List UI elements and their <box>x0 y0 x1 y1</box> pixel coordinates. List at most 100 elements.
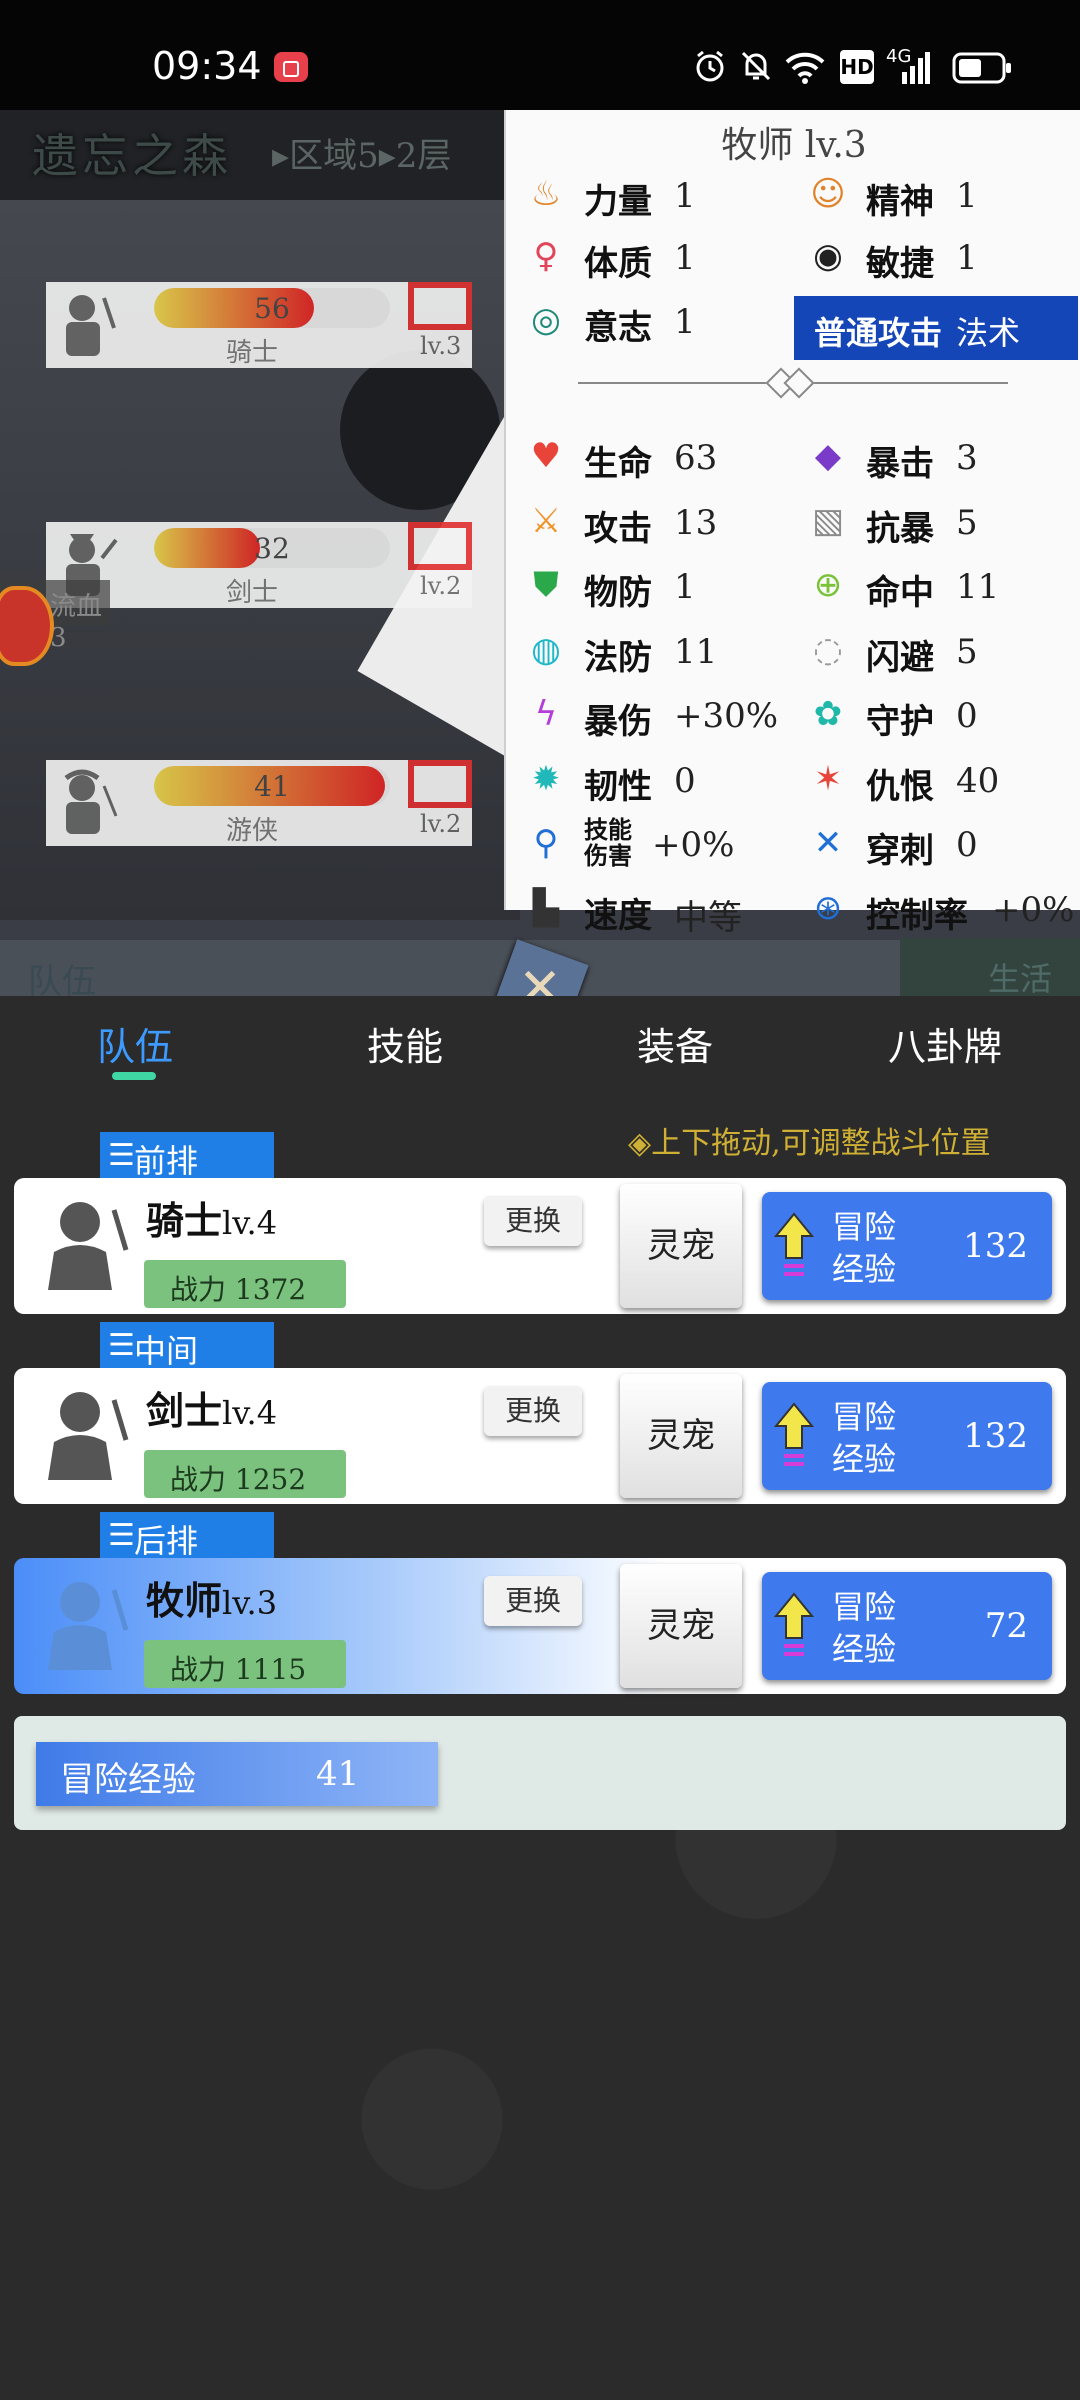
adventure-exp-button[interactable]: 冒险 经验 132 <box>762 1382 1052 1490</box>
attribute-label: 精神 <box>866 182 934 222</box>
stats-title: 牧师 lv.3 <box>721 125 867 166</box>
exp-label: 经验 <box>832 1250 897 1288</box>
control-icon: ⊛ <box>813 887 843 928</box>
wifi-icon <box>785 52 825 84</box>
hero-name-text: 剑士 <box>146 1388 223 1433</box>
skill-key-icon: ⚲ <box>533 823 559 863</box>
attribute-value: 1 <box>674 176 696 216</box>
combat-stat-label: 法防 <box>584 637 652 678</box>
hero-row[interactable]: 骑士lv.4 战力 1372 更换 灵宠 冒险 经验 132 <box>14 1178 1066 1314</box>
combat-stat-value: 0 <box>674 760 696 801</box>
hero-level: lv.3 <box>222 1584 278 1622</box>
combat-stat-label: 速度 <box>584 895 652 936</box>
hatred-icon: ✶ <box>813 758 843 799</box>
attribute-value: 1 <box>956 176 978 216</box>
tab-equipment[interactable]: 装备 <box>540 1016 810 1071</box>
level-up-arrow-icon <box>774 1592 814 1656</box>
adventure-exp-badge: 冒险经验 41 <box>36 1742 438 1806</box>
scene-life-tab[interactable]: 生活 <box>900 938 1080 998</box>
tab-bagua-cards[interactable]: 八卦牌 <box>810 1016 1080 1071</box>
hero-level: lv.4 <box>222 1394 278 1432</box>
exp-label: 经验 <box>832 1440 897 1478</box>
status-time: 09:34 <box>152 44 262 88</box>
combat-stat-row: ⚔ 攻击 13 <box>524 491 794 551</box>
position-label-text: 前排 <box>134 1142 199 1180</box>
combat-stat-label: 暴击 <box>866 444 934 484</box>
combat-stat-label: 暴伤 <box>584 702 652 742</box>
position-label: ☰ 中间 <box>100 1322 274 1370</box>
formation-icon: ☰ <box>108 1518 135 1553</box>
attribute-label: 敏捷 <box>866 244 934 284</box>
combat-stat-value: 0 <box>956 696 978 736</box>
pet-button[interactable]: 灵宠 <box>620 1564 742 1688</box>
swap-button[interactable]: 更换 <box>484 1386 582 1436</box>
level-up-arrow-icon <box>774 1402 814 1466</box>
area-breadcrumb: ▸区域5▸2层 <box>272 136 452 176</box>
pet-button[interactable]: 灵宠 <box>620 1184 742 1308</box>
combat-stat-row: ⊛ 控制率 +0% <box>806 878 1076 938</box>
combat-stat-value: 中等 <box>674 897 742 938</box>
swap-button[interactable]: 更换 <box>484 1196 582 1246</box>
combat-stat-label: 控制率 <box>866 895 968 936</box>
signal-bars-icon <box>902 52 930 84</box>
combat-stat-label: 闪避 <box>866 637 934 678</box>
combat-stat-label: 仇恨 <box>866 766 934 807</box>
combat-stat-row: ▧ 抗暴 5 <box>806 491 1076 551</box>
guard-icon: ✿ <box>813 694 843 734</box>
tab-team[interactable]: 队伍 <box>0 1016 270 1071</box>
hero-row[interactable]: 牧师lv.3 战力 1115 更换 灵宠 冒险 经验 72 <box>14 1558 1066 1694</box>
combat-stat-value: 5 <box>956 502 978 543</box>
exp-label: 冒险 <box>832 1588 897 1626</box>
status-bar: 09:34 HD 4G <box>0 0 1080 110</box>
attribute-row: ◉ 敏捷 1 <box>806 226 1076 286</box>
drag-hint: ◈上下拖动,可调整战斗位置 <box>628 1126 991 1161</box>
formation-icon: ☰ <box>108 1138 135 1173</box>
unit-target-box <box>408 522 472 570</box>
attribute-row: ☺ 精神 1 <box>806 164 1076 224</box>
combat-stat-value: 40 <box>956 760 1000 801</box>
attribute-row: ♀ 体质 1 <box>524 226 794 286</box>
pet-button[interactable]: 灵宠 <box>620 1374 742 1498</box>
unit-target-box <box>408 760 472 808</box>
combat-stat-row: ✶ 仇恨 40 <box>806 749 1076 809</box>
exp-value: 72 <box>984 1606 1028 1646</box>
attack-type-badge[interactable]: 普通攻击 法术 <box>794 296 1078 360</box>
exp-label: 冒险 <box>832 1398 897 1436</box>
exp-label: 冒险 <box>832 1208 897 1246</box>
divider-ornament <box>783 367 815 399</box>
combat-stat-label: 攻击 <box>584 508 652 549</box>
hero-name: 牧师lv.3 <box>146 1570 277 1625</box>
combat-stat-row: ⛊ 物防 1 <box>524 555 794 615</box>
adventure-exp-button[interactable]: 冒险 经验 72 <box>762 1572 1052 1680</box>
screen-record-icon <box>274 52 308 82</box>
boot-icon: ▙ <box>532 887 560 928</box>
combat-stat-row: ✹ 韧性 0 <box>524 749 794 809</box>
attribute-value: 1 <box>956 238 978 278</box>
attribute-value: 1 <box>674 238 696 278</box>
pierce-icon: ✕ <box>813 823 843 863</box>
formation-icon: ☰ <box>108 1328 135 1363</box>
position-label: ☰ 后排 <box>100 1512 274 1560</box>
combat-stat-value: 3 <box>956 438 978 478</box>
priest-avatar-icon <box>48 1582 129 1670</box>
unit-hp-value: 32 <box>254 532 290 565</box>
crosshair-icon: ⊕ <box>813 565 843 605</box>
hero-level: lv.4 <box>222 1204 278 1242</box>
combat-stat-label: 守护 <box>866 702 934 742</box>
combat-stat-row: ⚲ 技能 伤害 +0% <box>524 813 794 873</box>
swap-button[interactable]: 更换 <box>484 1576 582 1626</box>
combat-stat-value: 11 <box>956 567 1000 607</box>
combat-stat-label: 技能 伤害 <box>584 815 632 870</box>
tab-skills[interactable]: 技能 <box>270 1016 540 1071</box>
hero-power: 战力 1372 <box>144 1260 346 1308</box>
combat-stat-value: 5 <box>956 631 978 672</box>
hero-name: 骑士lv.4 <box>146 1190 277 1245</box>
combat-stat-label: 命中 <box>866 573 934 613</box>
unit-card[interactable]: 41 游侠 lv.2 <box>46 760 472 846</box>
unit-hp-value: 56 <box>254 292 290 325</box>
unit-card[interactable]: 56 骑士 lv.3 <box>46 282 472 368</box>
adventure-exp-button[interactable]: 冒险 经验 132 <box>762 1192 1052 1300</box>
hero-row[interactable]: 剑士lv.4 战力 1252 更换 灵宠 冒险 经验 132 <box>14 1368 1066 1504</box>
scene-team-tab[interactable]: 队伍 <box>0 938 220 1000</box>
combat-stat-label: 物防 <box>584 573 652 613</box>
